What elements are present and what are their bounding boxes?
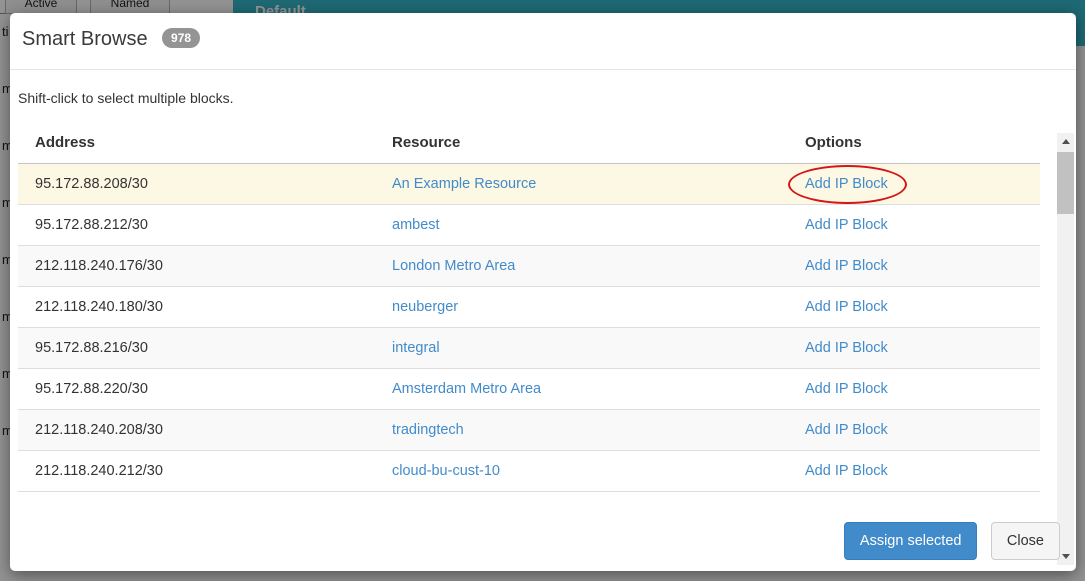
address-cell: 212.118.240.212/30 [18,451,375,492]
resource-cell: Amsterdam Metro Area [375,369,788,410]
address-cell: 95.172.88.220/30 [18,369,375,410]
close-button[interactable]: Close [991,522,1060,560]
add-ip-block-link[interactable]: Add IP Block [805,463,888,479]
options-cell: Add IP Block [788,205,1040,246]
resource-cell: London Metro Area [375,246,788,287]
add-ip-block-link[interactable]: Add IP Block [805,258,888,274]
address-cell: 95.172.88.216/30 [18,328,375,369]
address-cell: 212.118.240.180/30 [18,287,375,328]
modal-title: Smart Browse [22,28,148,50]
address-cell: 95.172.88.208/30 [18,164,375,205]
options-cell: Add IP Block [788,369,1040,410]
add-ip-block-link[interactable]: Add IP Block [805,381,888,397]
scroll-up-button[interactable] [1057,133,1074,150]
assign-selected-button[interactable]: Assign selected [844,522,978,560]
options-cell: Add IP Block [788,287,1040,328]
resource-cell: neuberger [375,287,788,328]
table-row[interactable]: 95.172.88.216/30 integral Add IP Block [18,328,1040,369]
table-row[interactable]: 212.118.240.212/30 cloud-bu-cust-10 Add … [18,451,1040,492]
instruction-text: Shift-click to select multiple blocks. [18,90,1050,106]
options-cell: Add IP Block [788,328,1040,369]
column-header-address: Address [18,124,375,164]
add-ip-block-link[interactable]: Add IP Block [805,176,888,192]
add-ip-block-link[interactable]: Add IP Block [805,422,888,438]
options-cell: Add IP Block [788,451,1040,492]
add-ip-block-link[interactable]: Add IP Block [805,299,888,315]
resource-cell: cloud-bu-cust-10 [375,451,788,492]
address-cell: 212.118.240.176/30 [18,246,375,287]
resource-link[interactable]: cloud-bu-cust-10 [392,463,500,479]
table-row[interactable]: 212.118.240.176/30 London Metro Area Add… [18,246,1040,287]
column-header-options: Options [788,124,1040,164]
options-cell: Add IP Block [788,246,1040,287]
resource-link[interactable]: tradingtech [392,422,464,438]
table-row[interactable]: 95.172.88.208/30 An Example Resource Add… [18,164,1040,205]
resource-link[interactable]: ambest [392,217,440,233]
add-ip-block-link[interactable]: Add IP Block [805,340,888,356]
table-row[interactable]: 95.172.88.212/30 ambest Add IP Block [18,205,1040,246]
resource-cell: integral [375,328,788,369]
modal-body: Shift-click to select multiple blocks. A… [10,70,1076,510]
resource-link[interactable]: An Example Resource [392,176,536,192]
table-header-row: Address Resource Options [18,124,1040,164]
add-ip-block-link[interactable]: Add IP Block [805,217,888,233]
column-header-resource: Resource [375,124,788,164]
address-cell: 95.172.88.212/30 [18,205,375,246]
scrollbar-thumb[interactable] [1057,152,1074,214]
blocks-table: Address Resource Options 95.172.88.208/3… [18,124,1040,492]
modal-footer: Assign selected Close [10,510,1076,571]
resource-cell: An Example Resource [375,164,788,205]
resource-link[interactable]: neuberger [392,299,458,315]
table-body: 95.172.88.208/30 An Example Resource Add… [18,164,1040,492]
resource-link[interactable]: London Metro Area [392,258,515,274]
resource-link[interactable]: integral [392,340,440,356]
options-cell: Add IP Block [788,410,1040,451]
table-row[interactable]: 95.172.88.220/30 Amsterdam Metro Area Ad… [18,369,1040,410]
options-cell: Add IP Block [788,164,1040,205]
scrollbar[interactable] [1057,133,1074,565]
resource-cell: ambest [375,205,788,246]
table-row[interactable]: 212.118.240.208/30 tradingtech Add IP Bl… [18,410,1040,451]
table-row[interactable]: 212.118.240.180/30 neuberger Add IP Bloc… [18,287,1040,328]
address-cell: 212.118.240.208/30 [18,410,375,451]
smart-browse-modal: Smart Browse 978 Shift-click to select m… [10,13,1076,571]
modal-header: Smart Browse 978 [10,13,1076,70]
resource-cell: tradingtech [375,410,788,451]
count-badge: 978 [162,28,200,48]
resource-link[interactable]: Amsterdam Metro Area [392,381,541,397]
